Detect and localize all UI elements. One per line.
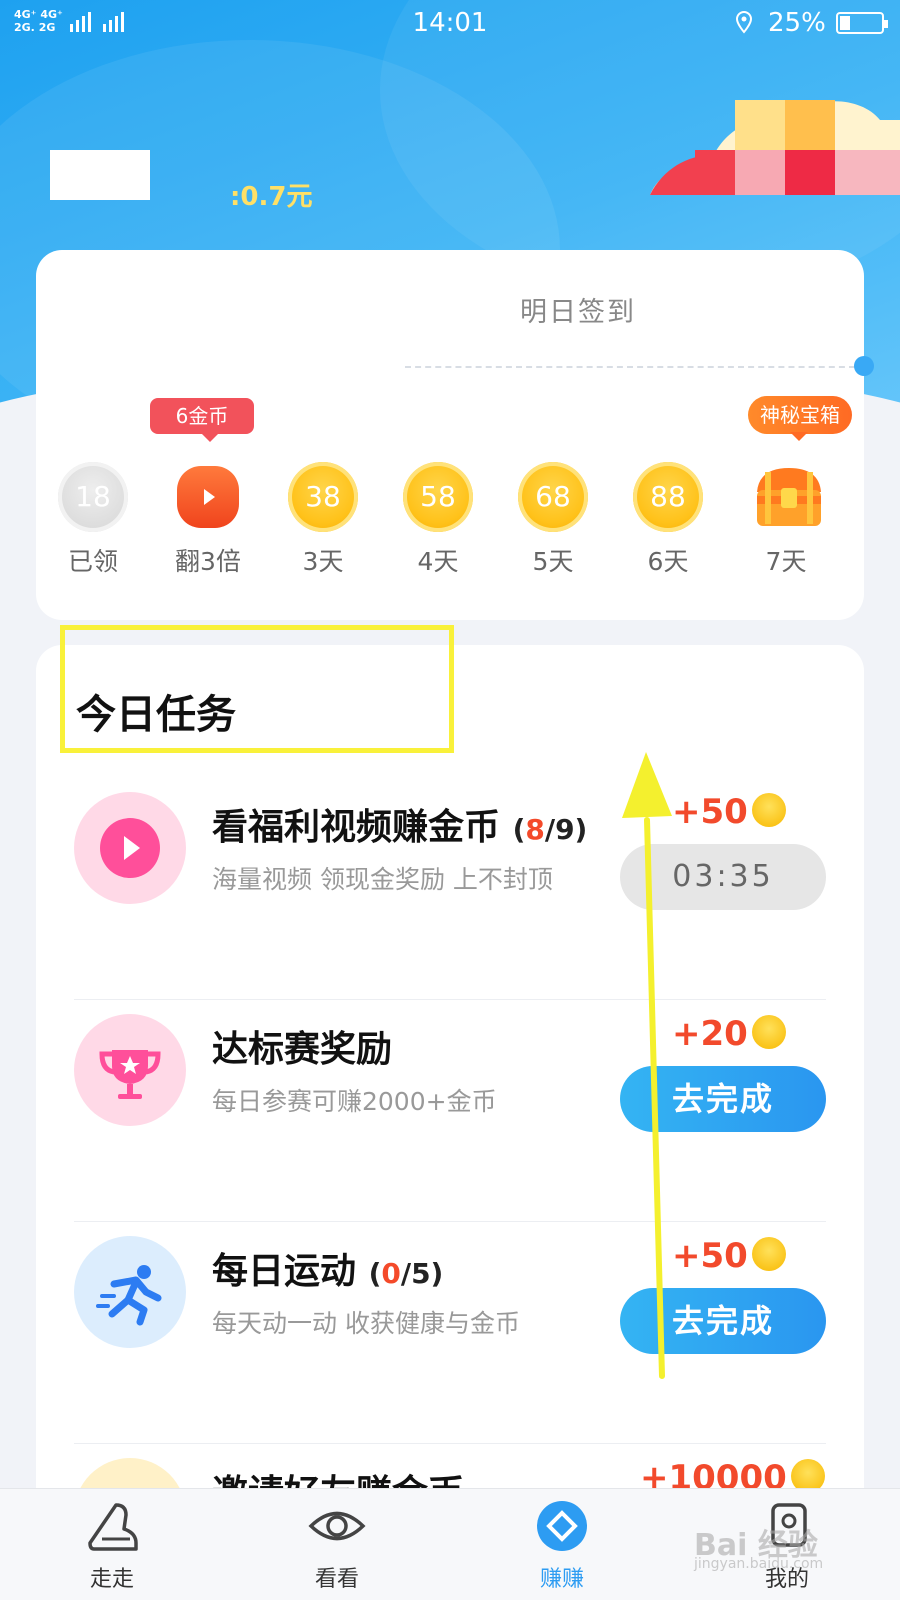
running-icon (96, 1265, 162, 1326)
progress-total: /9) (544, 813, 588, 846)
play-icon (100, 818, 160, 878)
coin-icon (751, 1014, 786, 1049)
coin-icon (751, 792, 786, 827)
coin-tip-label: 6金币 (175, 404, 229, 428)
go-complete-button[interactable]: 去完成 (620, 1288, 826, 1354)
task-item: 每日运动 (0/5) 每天动一动 收获健康与金币 +50 去完成 (36, 1222, 864, 1444)
signin-day: 68 5天 (503, 462, 603, 578)
reward-text: +50 (672, 792, 748, 832)
tab-watch[interactable]: 看看 (277, 1499, 397, 1593)
day-value: 58 (420, 480, 456, 513)
watermark-url: jingyan.baidu.com (694, 1556, 824, 1572)
video-task-icon (74, 792, 186, 904)
indicator-dot (854, 356, 874, 376)
mystery-box-label: 神秘宝箱 (760, 403, 840, 427)
diamond-icon (537, 1501, 587, 1551)
battery-percent: 25% (768, 8, 826, 38)
coin-icon: 38 (288, 462, 358, 532)
task-reward: +50 (672, 792, 786, 832)
task-reward: +20 (672, 1014, 786, 1054)
eye-icon (308, 1511, 366, 1541)
go-complete-button[interactable]: 去完成 (620, 1066, 826, 1132)
day-label: 已领 (67, 547, 118, 576)
tab-label: 赚赚 (539, 1567, 584, 1592)
reward-text: +50 (672, 1236, 748, 1276)
task-subtitle: 每天动一动 收获健康与金币 (212, 1309, 520, 1338)
task-progress: (0/5) (369, 1257, 444, 1290)
progress-done: 8 (525, 813, 545, 846)
coin-icon: 18 (58, 462, 128, 532)
status-time: 14:01 (412, 8, 488, 38)
task-title-text: 达标赛奖励 (212, 1029, 393, 1070)
tip-arrow (200, 432, 220, 442)
task-subtitle: 每日参赛可赚2000+金币 (212, 1087, 497, 1116)
signin-day: 58 4天 (388, 462, 488, 578)
highlight-box (60, 625, 454, 753)
tomorrow-signin-label: 明日签到 (520, 297, 636, 328)
task-title: 看福利视频赚金币 (8/9) (212, 798, 587, 850)
task-subtitle: 海量视频 领现金奖励 上不封顶 (212, 865, 553, 894)
progress-bracket: ( (512, 813, 526, 846)
dashed-divider (405, 366, 855, 368)
day-value: 18 (75, 480, 111, 513)
signin-day[interactable]: 7天 (736, 462, 836, 578)
reward-text: +20 (672, 1014, 748, 1054)
tab-label: 看看 (314, 1567, 359, 1592)
day-label: 6天 (647, 547, 689, 576)
running-task-icon (74, 1236, 186, 1348)
signin-day: 88 6天 (618, 462, 718, 578)
video-play-icon[interactable] (177, 466, 239, 528)
status-bar: 4G⁺ 4G⁺ 2G. 2G 14:01 25% (0, 0, 900, 48)
cloud-decoration-icon (650, 100, 900, 195)
signin-day: 18 已领 (43, 462, 143, 578)
day-value: 38 (305, 480, 341, 513)
task-title: 每日运动 (0/5) (212, 1242, 443, 1294)
task-title-text: 看福利视频赚金币 (212, 807, 501, 848)
shoe-icon (88, 1503, 138, 1551)
coin-icon: 88 (633, 462, 703, 532)
countdown-button[interactable]: 03:35 (620, 844, 826, 910)
balance-text[interactable]: :0.7元 (230, 176, 312, 213)
signin-day[interactable]: 翻3倍 (158, 462, 258, 578)
tab-walk[interactable]: 走走 (52, 1499, 172, 1593)
day-value: 68 (535, 480, 571, 513)
task-reward: +50 (672, 1236, 786, 1276)
progress-done: 0 (381, 1257, 401, 1290)
day-label: 3天 (302, 547, 344, 576)
tab-earn[interactable]: 赚赚 (502, 1499, 622, 1593)
battery-icon (836, 12, 888, 34)
coin-tip-badge: 6金币 (150, 398, 254, 434)
location-icon (735, 10, 753, 34)
mystery-box-badge: 神秘宝箱 (748, 396, 852, 434)
day-label: 翻3倍 (175, 547, 241, 576)
coin-icon (751, 1236, 786, 1271)
day-label: 4天 (417, 547, 459, 576)
task-item: 达标赛奖励 每日参赛可赚2000+金币 +20 去完成 (36, 1000, 864, 1222)
trophy-task-icon (74, 1014, 186, 1126)
chest-icon (757, 468, 821, 526)
play-icon (204, 489, 215, 505)
coin-icon: 58 (403, 462, 473, 532)
task-title: 达标赛奖励 (212, 1020, 392, 1072)
day-label: 5天 (532, 547, 574, 576)
treasure-chest-icon[interactable] (751, 462, 821, 532)
tip-arrow (790, 432, 808, 441)
trophy-icon (99, 1050, 161, 1099)
task-title-text: 每日运动 (212, 1251, 357, 1292)
coin-icon: 68 (518, 462, 588, 532)
signin-day: 38 3天 (273, 462, 373, 578)
user-name-redacted (50, 150, 150, 200)
progress-total: /5) (400, 1257, 444, 1290)
task-progress: (8/9) (513, 813, 588, 846)
tab-label: 走走 (89, 1567, 134, 1592)
signin-days: 18 已领 翻3倍 38 3天 58 4天 68 5天 88 6天 7天 (36, 462, 864, 582)
day-label: 7天 (765, 547, 807, 576)
progress-bracket: ( (368, 1257, 382, 1290)
task-item: 看福利视频赚金币 (8/9) 海量视频 领现金奖励 上不封顶 +50 03:35 (36, 778, 864, 1000)
day-value: 88 (650, 480, 686, 513)
